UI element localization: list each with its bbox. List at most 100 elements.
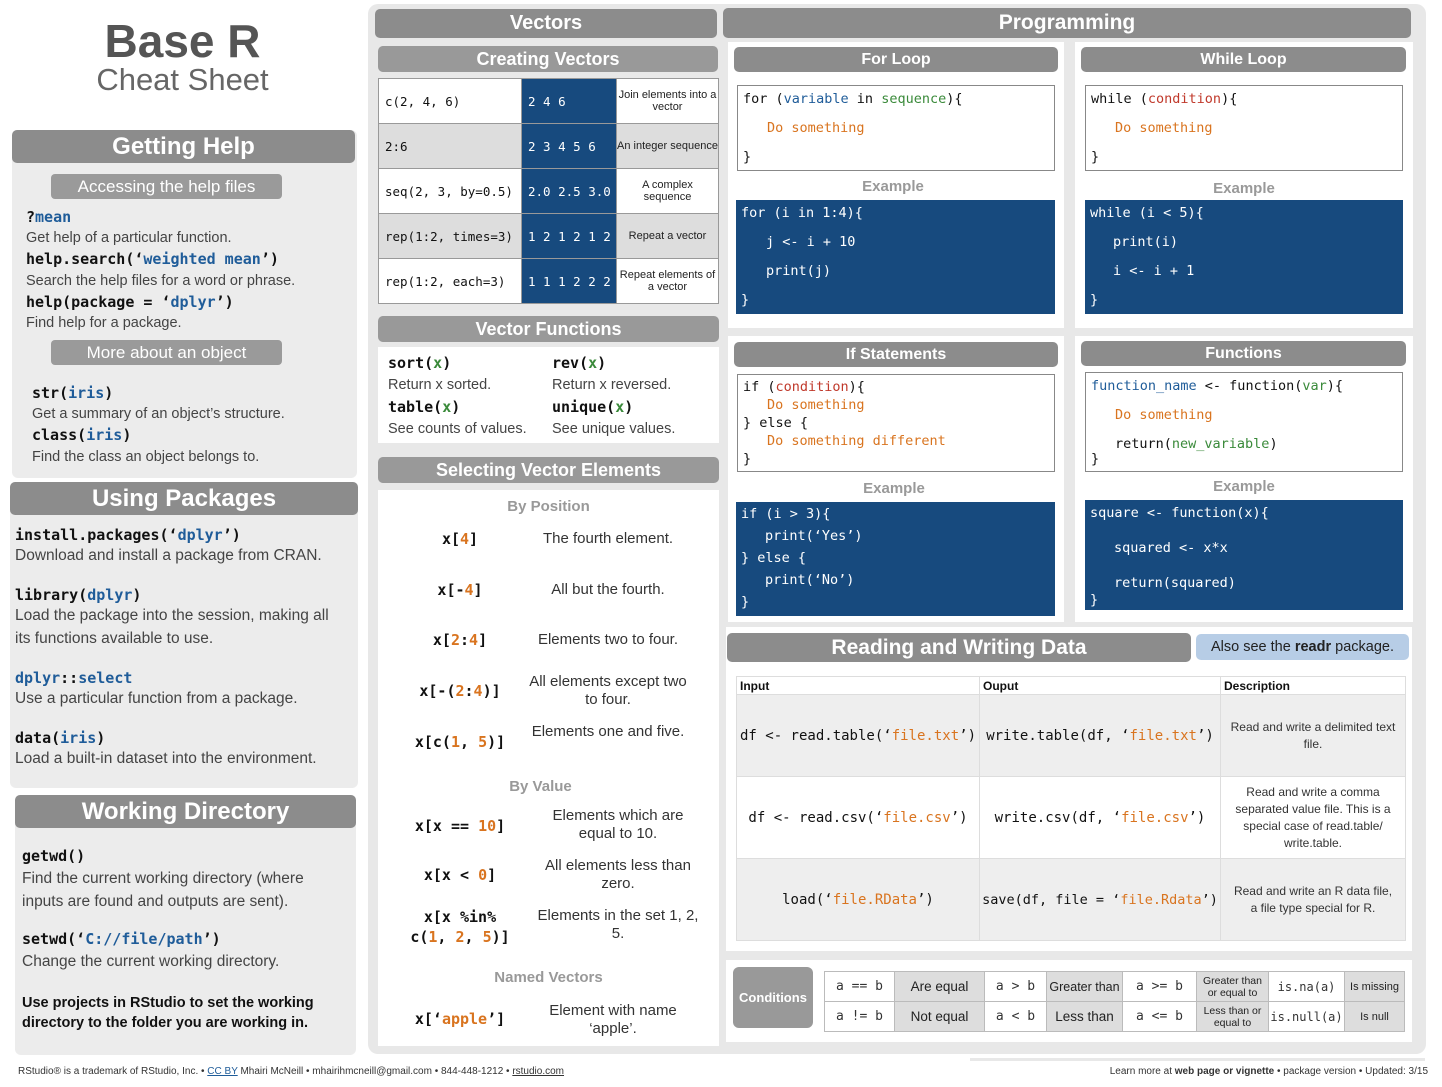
selecting-elements-header: Selecting Vector Elements bbox=[378, 457, 719, 483]
setwd-desc: Change the current working directory. bbox=[22, 953, 280, 970]
rev-code: rev(x) bbox=[552, 354, 607, 372]
condition-desc: Is missing bbox=[1344, 971, 1405, 1002]
table-cell: An integer sequence bbox=[616, 123, 719, 169]
table-desc: See counts of values. bbox=[388, 421, 527, 437]
condition-op: is.null(a) bbox=[1268, 1001, 1345, 1032]
condition-desc: Less than bbox=[1046, 1001, 1123, 1032]
more-about-object-subheader: More about an object bbox=[51, 340, 282, 365]
table-cell: 2.0 2.5 3.0 bbox=[521, 168, 617, 214]
table-cell: A complex sequence bbox=[616, 168, 719, 214]
if-syntax: if (condition){ Do something } else { Do… bbox=[737, 374, 1055, 472]
by-value-label: By Value bbox=[509, 778, 572, 795]
projects-note-1: Use projects in RStudio to set the worki… bbox=[22, 995, 314, 1011]
select-desc: Elements two to four. bbox=[537, 631, 679, 648]
rev-desc: Return x reversed. bbox=[552, 377, 672, 393]
table-cell: rep(1:2, each=3) bbox=[378, 258, 522, 304]
programming-header: Programming bbox=[723, 8, 1411, 38]
help-search-desc: Search the help files for a word or phra… bbox=[26, 273, 296, 289]
select-code: x[‘apple’] bbox=[414, 1010, 506, 1028]
table-header: Input bbox=[736, 676, 980, 695]
library-desc-2: its functions available to use. bbox=[15, 630, 214, 647]
getwd-desc-2: inputs are found and outputs are sent). bbox=[22, 893, 289, 910]
vector-functions-header: Vector Functions bbox=[378, 316, 719, 342]
help-mean-code: ?mean bbox=[26, 208, 72, 226]
if-statements-header: If Statements bbox=[734, 342, 1058, 367]
table-cell: load(‘file.RData’) bbox=[736, 858, 980, 941]
table-cell: df <- read.table(‘file.txt’) bbox=[736, 694, 980, 777]
select-desc: All elements except two to four. bbox=[529, 673, 687, 708]
condition-op: a <= b bbox=[1122, 1001, 1197, 1032]
getwd-code: getwd() bbox=[22, 847, 86, 865]
select-code: x[4] bbox=[441, 530, 479, 548]
table-header: Ouput bbox=[979, 676, 1221, 695]
table-cell: Read and write a comma separated value f… bbox=[1220, 776, 1406, 859]
function-example: square <- function(x){ squared <- x*x re… bbox=[1085, 500, 1403, 610]
while-loop-syntax: while (condition){ Do something } bbox=[1085, 85, 1403, 171]
by-position-label: By Position bbox=[507, 498, 590, 515]
select-desc: All but the fourth. bbox=[551, 581, 665, 598]
selecting-elements-box: By Position x[4] The fourth element. x[-… bbox=[378, 490, 719, 1046]
condition-desc: Greater than or equal to bbox=[1196, 971, 1269, 1002]
table-cell: write.table(df, ‘file.txt’) bbox=[979, 694, 1221, 777]
table-cell: 1 2 1 2 1 2 bbox=[521, 213, 617, 259]
table-cell: 2:6 bbox=[378, 123, 522, 169]
while-loop-example-label: Example bbox=[1213, 180, 1275, 197]
footer-right: Learn more at web page or vignette • pac… bbox=[1109, 1066, 1428, 1077]
conditions-table: a == b Are equal a > b Greater than a >= b… bbox=[824, 971, 1405, 1032]
condition-desc: Not equal bbox=[894, 1001, 985, 1032]
creating-vectors-header: Creating Vectors bbox=[378, 46, 718, 72]
install-packages-desc: Download and install a package from CRAN… bbox=[15, 547, 322, 564]
table-cell: c(2, 4, 6) bbox=[378, 78, 522, 124]
reading-writing-header: Reading and Writing Data bbox=[727, 633, 1191, 662]
help-package-desc: Find help for a package. bbox=[26, 315, 182, 331]
select-code: x[c(1, 5)] bbox=[414, 733, 506, 751]
getwd-desc-1: Find the current working directory (wher… bbox=[22, 870, 304, 887]
rstudio-link[interactable]: rstudio.com bbox=[512, 1066, 564, 1077]
for-loop-syntax: for (variable in sequence){ Do something… bbox=[737, 85, 1055, 171]
help-mean-desc: Get help of a particular function. bbox=[26, 230, 232, 246]
str-code: str(iris) bbox=[32, 384, 114, 402]
while-loop-example: while (i < 5){ print(i) i <- i + 1 } bbox=[1085, 200, 1403, 314]
namespace-code: dplyr::select bbox=[15, 669, 133, 687]
table-cell: write.csv(df, ‘file.csv’) bbox=[979, 776, 1221, 859]
condition-desc: Are equal bbox=[894, 971, 985, 1002]
select-code: x[x %in% c(1, 2, 5)] bbox=[410, 908, 510, 946]
select-code: x[x == 10] bbox=[414, 817, 506, 835]
select-desc: All elements less than zero. bbox=[545, 857, 691, 892]
condition-op: a < b bbox=[984, 1001, 1047, 1032]
functions-header: Functions bbox=[1081, 341, 1406, 366]
table-cell: Repeat elements of a vector bbox=[616, 258, 719, 304]
table-cell: 2 3 4 5 6 bbox=[521, 123, 617, 169]
condition-op: a == b bbox=[824, 971, 895, 1002]
condition-op: a >= b bbox=[1122, 971, 1197, 1002]
if-example: if (i > 3){ print(‘Yes’) } else { print(… bbox=[736, 502, 1055, 616]
cc-by-link[interactable]: CC BY bbox=[207, 1066, 237, 1077]
table-cell: 1 1 1 2 2 2 bbox=[521, 258, 617, 304]
table-cell: Read and write an R data file, a file ty… bbox=[1220, 858, 1406, 941]
page-title: Base R bbox=[104, 15, 261, 67]
data-desc: Load a built-in dataset into the environ… bbox=[15, 750, 317, 767]
class-code: class(iris) bbox=[32, 426, 132, 444]
for-loop-example: for (i in 1:4){ j <- i + 10 print(j) } bbox=[736, 200, 1055, 314]
condition-op: a != b bbox=[824, 1001, 895, 1032]
unique-code: unique(x) bbox=[552, 398, 634, 416]
unique-desc: See unique values. bbox=[552, 421, 676, 437]
condition-op: is.na(a) bbox=[1268, 971, 1345, 1002]
accessing-help-subheader: Accessing the help files bbox=[51, 174, 282, 199]
table-cell: Repeat a vector bbox=[616, 213, 719, 259]
select-desc: Element with name ‘apple’. bbox=[549, 1002, 677, 1037]
install-packages-code: install.packages(‘dplyr’) bbox=[15, 526, 241, 544]
readr-note: Also see the readr package. bbox=[1196, 634, 1409, 660]
getting-help-header: Getting Help bbox=[12, 130, 355, 163]
library-desc-1: Load the package into the session, makin… bbox=[15, 607, 329, 624]
condition-desc: Greater than bbox=[1046, 971, 1123, 1002]
condition-op: a > b bbox=[984, 971, 1047, 1002]
str-desc: Get a summary of an object’s structure. bbox=[32, 406, 285, 422]
select-code: x[2:4] bbox=[432, 631, 488, 649]
table-cell: Join elements into a vector bbox=[616, 78, 719, 124]
help-search-code: help.search(‘weighted mean’) bbox=[26, 250, 279, 268]
working-directory-header: Working Directory bbox=[15, 795, 356, 828]
sort-desc: Return x sorted. bbox=[388, 377, 492, 393]
class-desc: Find the class an object belongs to. bbox=[32, 449, 260, 465]
select-code: x[x < 0] bbox=[423, 866, 497, 884]
